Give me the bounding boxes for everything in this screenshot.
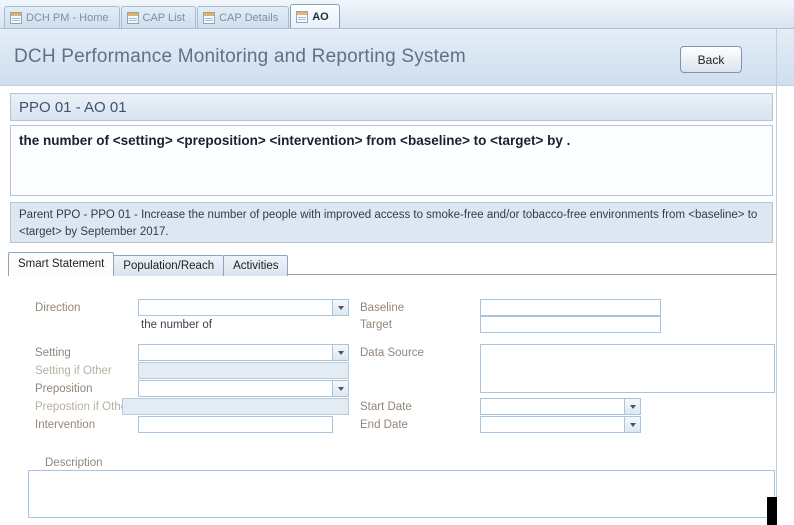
direction-combobox[interactable] [138, 299, 349, 316]
chevron-down-icon [338, 306, 344, 310]
chevron-down-icon [630, 423, 636, 427]
ppo-title: PPO 01 - AO 01 [11, 94, 772, 116]
ppo-title-box: PPO 01 - AO 01 [10, 93, 773, 121]
chevron-down-icon [338, 351, 344, 355]
tab-smart-statement[interactable]: Smart Statement [8, 252, 114, 276]
doc-tab-label: AO [312, 11, 329, 23]
doc-tab-cap-list[interactable]: CAP List [121, 6, 197, 28]
setting-dropdown-button[interactable] [332, 345, 348, 360]
tab-population-reach[interactable]: Population/Reach [113, 255, 224, 276]
data-source-input[interactable] [480, 344, 775, 393]
end-date-label: End Date [360, 419, 408, 431]
preposition-dropdown-button[interactable] [332, 381, 348, 396]
start-date-value [481, 399, 624, 414]
preposition-if-other-input [122, 398, 349, 415]
direction-label: Direction [35, 302, 80, 314]
smart-statement-box: the number of <setting> <preposition> <i… [10, 125, 773, 196]
tab-activities[interactable]: Activities [223, 255, 288, 276]
doc-tab-ao[interactable]: AO [290, 4, 340, 28]
setting-combobox[interactable] [138, 344, 349, 361]
preposition-combobox[interactable] [138, 380, 349, 397]
target-input[interactable] [480, 316, 661, 333]
end-date-dropdown-button[interactable] [624, 417, 640, 432]
setting-if-other-input [138, 362, 349, 379]
doc-tab-label: CAP List [143, 12, 186, 24]
end-date-value [481, 417, 624, 432]
parent-ppo-box: Parent PPO - PPO 01 - Increase the numbe… [10, 202, 773, 243]
back-button[interactable]: Back [680, 46, 742, 73]
description-label: Description [45, 457, 103, 469]
smart-statement-text: the number of <setting> <preposition> <i… [11, 126, 772, 148]
setting-if-other-label: Setting if Other [35, 365, 112, 377]
data-source-label: Data Source [360, 347, 424, 359]
screenshot-artifact [767, 497, 777, 525]
direction-dropdown-button[interactable] [332, 300, 348, 315]
intervention-label: Intervention [35, 419, 95, 431]
chevron-down-icon [338, 387, 344, 391]
setting-value [139, 345, 332, 360]
baseline-input[interactable] [480, 299, 661, 316]
form-icon [296, 11, 308, 23]
form-tab-bar: Smart Statement Population/Reach Activit… [8, 252, 287, 276]
target-label: Target [360, 319, 392, 331]
page-title: DCH Performance Monitoring and Reporting… [14, 46, 466, 68]
preposition-label: Preposition [35, 383, 93, 395]
chevron-down-icon [630, 405, 636, 409]
document-tab-bar: DCH PM - Home CAP List CAP Details AO [0, 0, 794, 29]
start-date-combobox[interactable] [480, 398, 641, 415]
start-date-label: Start Date [360, 401, 412, 413]
preposition-value [139, 381, 332, 396]
setting-label: Setting [35, 347, 71, 359]
description-input[interactable] [28, 470, 775, 518]
intervention-input[interactable] [138, 416, 333, 433]
baseline-label: Baseline [360, 302, 404, 314]
preposition-if-other-label: Prepostion if Other [35, 401, 131, 413]
direction-value [139, 300, 332, 315]
doc-tab-cap-details[interactable]: CAP Details [197, 6, 289, 28]
doc-tab-label: DCH PM - Home [26, 12, 109, 24]
doc-tab-label: CAP Details [219, 12, 278, 24]
form-icon [203, 12, 215, 24]
form-icon [10, 12, 22, 24]
direction-hint-text: the number of [141, 319, 212, 331]
form-icon [127, 12, 139, 24]
doc-tab-dch-pm-home[interactable]: DCH PM - Home [4, 6, 120, 28]
end-date-combobox[interactable] [480, 416, 641, 433]
parent-ppo-text: Parent PPO - PPO 01 - Increase the numbe… [11, 203, 772, 240]
start-date-dropdown-button[interactable] [624, 399, 640, 414]
app-window: DCH PM - Home CAP List CAP Details AO DC… [0, 0, 794, 525]
